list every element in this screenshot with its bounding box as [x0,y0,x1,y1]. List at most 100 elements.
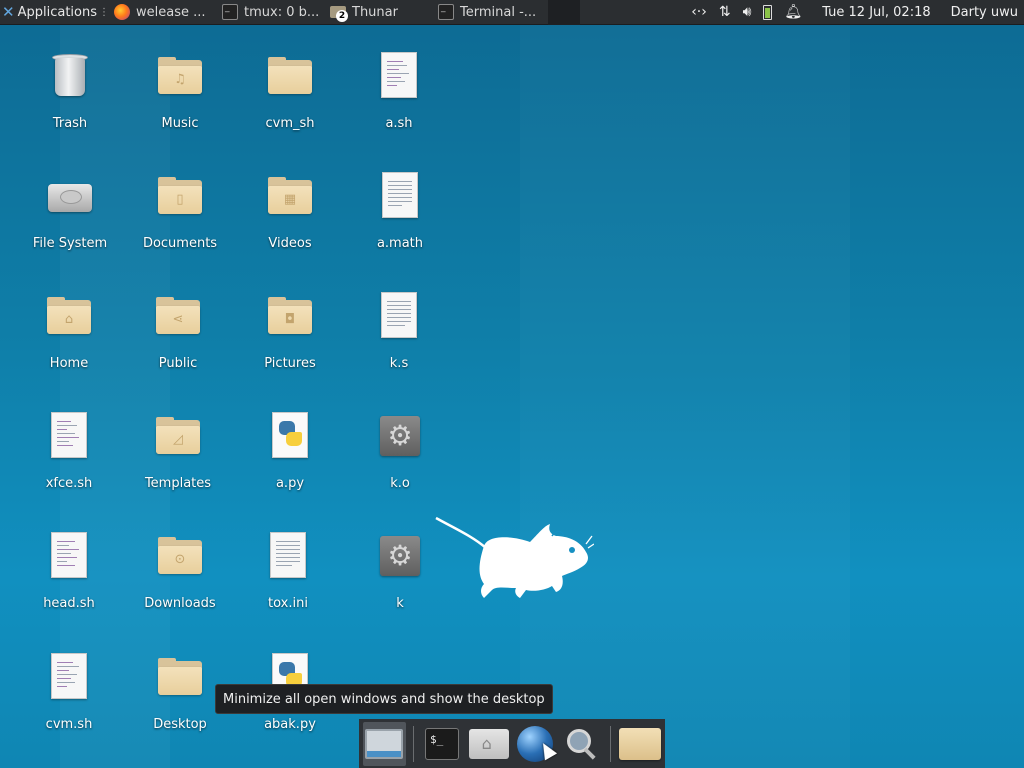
up-down-arrows-icon[interactable]: ⇅ [719,4,731,20]
desktop-icon-documents[interactable]: ▯ Documents [130,170,230,280]
downloads-folder-icon: ⊙ [156,532,204,580]
folder-icon: 2 [330,4,348,22]
grip-icon: ⋮ [99,6,109,18]
xfce-logo-icon: ✕ [2,3,15,21]
folder-icon [618,727,661,760]
text-file-icon [375,292,423,340]
desktop-icon-label: Music [161,116,199,131]
desktop-icon-k-s[interactable]: k.s [349,290,449,400]
terminal-icon: $_ [424,727,459,760]
desktop-icon-tox-ini[interactable]: tox.ini [238,530,338,640]
taskbar-item-label: tmux: 0 b... [244,4,320,20]
desktop-icon-xfce-sh[interactable]: xfce.sh [19,410,119,520]
user-menu[interactable]: Darty uwu [951,5,1018,20]
desktop-icon-templates[interactable]: ◿ Templates [128,410,228,520]
templates-folder-icon: ◿ [154,412,202,460]
applications-label: Applications [17,4,97,20]
desktop-icon-label: Templates [144,476,212,491]
desktop-icon-a-sh[interactable]: a.sh [349,50,449,160]
desktop-icon-label: a.py [275,476,305,491]
public-folder-icon: ⋖ [154,292,202,340]
script-file-icon [45,412,93,460]
desktop-icon-videos[interactable]: ▦ Videos [240,170,340,280]
taskbar-item-label: Thunar [352,4,398,20]
taskbar-item-terminal[interactable]: Terminal -... [434,0,548,25]
desktop-icon-label: head.sh [43,596,95,611]
desktop-icon-head-sh[interactable]: head.sh [19,530,119,640]
text-file-icon [264,532,312,580]
desktop-icon-home[interactable]: ⌂ Home [19,290,119,400]
terminal-icon [222,3,238,20]
script-file-icon [45,653,93,701]
terminal-launcher[interactable]: $_ [421,722,464,766]
text-file-icon [376,172,424,220]
desktop-icon-label: Documents [142,236,218,251]
taskbar-item-firefox[interactable]: welease ... [110,0,218,25]
web-browser-launcher[interactable] [514,722,558,766]
system-tray: ‹·› ⇅ 🔊︎ 🔔︎ Tue 12 Jul, 02:18 Darty uwu [691,4,1024,20]
desktop-icon-label: k.o [390,476,410,491]
clock[interactable]: Tue 12 Jul, 02:18 [822,5,930,20]
pictures-folder-icon: ◘ [266,292,314,340]
desktop-icon-trash[interactable]: Trash [20,50,120,160]
gear-icon: ⚙ [376,532,424,580]
xfce-mouse-logo [435,516,594,598]
desktop-icon-cvm-sh-folder[interactable]: cvm_sh [240,50,340,160]
desktop-icon-pictures[interactable]: ◘ Pictures [240,290,340,400]
desktop-icon-public[interactable]: ⋖ Public [128,290,228,400]
script-file-icon [375,52,423,100]
taskbar-item-tmux[interactable]: tmux: 0 b... [218,0,326,25]
desktop-icon-label: cvm.sh [45,717,93,732]
window-count-badge: 2 [336,10,348,22]
app-finder-launcher[interactable] [561,722,604,766]
bottom-dock: $_ [359,719,665,768]
python-file-icon [266,412,314,460]
desktop-icon-label: abak.py [264,717,316,732]
network-arrows-icon[interactable]: ‹·› [691,4,707,20]
firefox-icon [114,4,130,20]
home-folder-icon: ⌂ [45,292,93,340]
desktop-icon-label: a.math [376,236,424,251]
desktop-icon-a-py[interactable]: a.py [240,410,340,520]
show-desktop-icon [365,728,404,759]
desktop-icon-label: k.s [389,356,409,371]
show-desktop-tooltip: Minimize all open windows and show the d… [215,684,553,714]
taskbar-item-label: welease ... [136,4,206,20]
desktop-icon-label: xfce.sh [45,476,93,491]
applications-menu-button[interactable]: ✕ Applications ⋮ [0,0,110,25]
wallpaper-band [520,24,850,768]
desktop-icon-label: File System [32,236,108,251]
desktop-icon-a-math[interactable]: a.math [350,170,450,280]
taskbar-item-thunar[interactable]: 2 Thunar [326,0,434,25]
file-manager-launcher[interactable] [618,722,661,766]
videos-folder-icon: ▦ [266,172,314,220]
desktop-icon-label: cvm_sh [265,116,315,131]
desktop-icon-downloads[interactable]: ⊙ Downloads [130,530,230,640]
desktop-icon-label: Home [49,356,89,371]
desktop-icon-label: tox.ini [268,596,308,611]
bell-icon[interactable]: 🔔︎ [784,4,802,20]
desktop-icon-label: Desktop [153,717,207,732]
speaker-icon[interactable]: 🔊︎ [743,4,752,20]
battery-icon[interactable] [763,4,773,20]
dock-separator [610,725,612,762]
magnifier-icon [565,727,599,761]
desktop-icon-label: a.sh [385,116,413,131]
drive-icon [46,172,94,220]
desktop-icon-k-o[interactable]: ⚙ k.o [350,410,450,520]
folder-icon [266,52,314,100]
desktop-icon-label: Pictures [264,356,316,371]
desktop-icon-label: k [396,596,404,611]
script-file-icon [45,532,93,580]
desktop-icon-label: Downloads [144,596,216,611]
show-desktop-button[interactable] [363,721,406,766]
desktop-icon-label: Public [158,356,198,371]
desktop-icon-file-system[interactable]: File System [20,170,120,280]
home-folder-launcher[interactable] [467,722,510,766]
dock-separator [412,725,414,762]
desktop-icon-music[interactable]: ♫ Music [130,50,230,160]
desktop-icon-label: Trash [52,116,88,131]
desktop-icon-cvm-sh[interactable]: cvm.sh [19,651,119,761]
trash-icon [46,52,94,100]
documents-folder-icon: ▯ [156,172,204,220]
